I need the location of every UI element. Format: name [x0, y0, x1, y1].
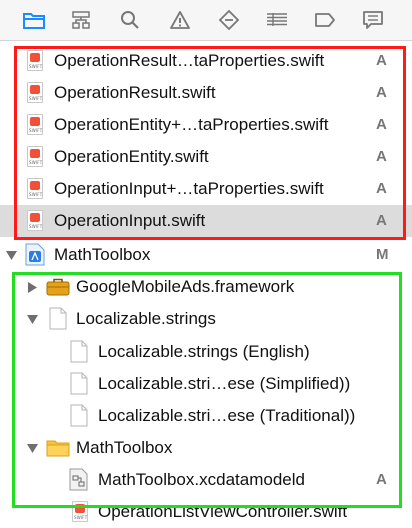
project-icon	[25, 243, 45, 266]
warning-icon[interactable]	[168, 8, 192, 32]
navigator-toolbar	[0, 0, 412, 41]
comment-icon[interactable]	[361, 8, 385, 32]
disclosure-triangle-expanded-icon[interactable]	[5, 249, 17, 261]
list-icon[interactable]	[265, 8, 289, 32]
scm-status-badge: M	[376, 246, 389, 263]
folder-icon[interactable]	[22, 8, 46, 32]
search-icon[interactable]	[118, 8, 142, 32]
project-row[interactable]: MathToolbox M	[0, 239, 412, 271]
green-highlight-box	[12, 272, 402, 508]
red-highlight-box	[14, 46, 406, 240]
diamond-icon[interactable]	[217, 8, 241, 32]
project-name: MathToolbox	[54, 245, 151, 264]
tag-icon[interactable]	[313, 8, 337, 32]
hierarchy-icon[interactable]	[69, 8, 93, 32]
